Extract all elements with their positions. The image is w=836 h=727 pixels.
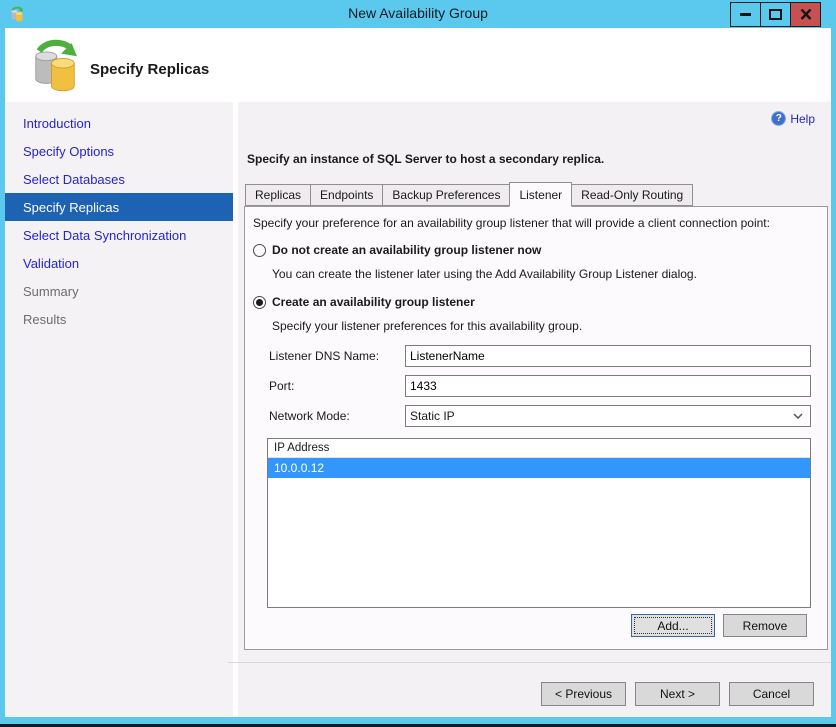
help-label: Help xyxy=(790,111,815,126)
listener-tab-panel: Specify your preference for an availabil… xyxy=(244,206,828,650)
port-label: Port: xyxy=(269,379,295,393)
ip-address-list[interactable]: IP Address 10.0.0.12 xyxy=(267,438,811,608)
footer-divider xyxy=(228,662,831,663)
wizard-content: Help Specify an instance of SQL Server t… xyxy=(228,102,831,717)
replicas-database-icon xyxy=(27,37,83,93)
remove-button[interactable]: Remove xyxy=(723,614,807,637)
tab-read-only-routing[interactable]: Read-Only Routing xyxy=(571,184,694,206)
window-controls xyxy=(730,2,821,27)
network-mode-value: Static IP xyxy=(410,409,455,423)
ip-address-column-header[interactable]: IP Address xyxy=(268,439,810,458)
help-icon xyxy=(771,111,787,126)
ip-list-buttons: Add... Remove xyxy=(631,614,807,637)
network-mode-select[interactable]: Static IP xyxy=(405,405,811,427)
create-listener-description: Specify your listener preferences for th… xyxy=(272,319,583,333)
sidebar-item-introduction[interactable]: Introduction xyxy=(5,109,233,137)
sidebar-item-validation[interactable]: Validation xyxy=(5,249,233,277)
cancel-button[interactable]: Cancel xyxy=(729,682,814,706)
next-button[interactable]: Next > xyxy=(635,682,720,706)
tab-backup-preferences[interactable]: Backup Preferences xyxy=(382,184,511,206)
help-link[interactable]: Help xyxy=(771,111,815,126)
minimize-icon xyxy=(740,13,751,16)
maximize-button[interactable] xyxy=(760,2,791,27)
create-listener-label[interactable]: Create an availability group listener xyxy=(272,295,475,309)
previous-button[interactable]: < Previous xyxy=(541,682,626,706)
page-title: Specify Replicas xyxy=(90,61,210,78)
no-listener-description: You can create the listener later using … xyxy=(272,267,697,281)
minimize-button[interactable] xyxy=(730,2,761,27)
sidebar-item-specify-options[interactable]: Specify Options xyxy=(5,137,233,165)
wizard-header: Specify Replicas xyxy=(5,28,831,102)
tab-strip: Replicas Endpoints Backup Preferences Li… xyxy=(245,182,694,207)
tab-listener[interactable]: Listener xyxy=(509,182,573,207)
instruction-text: Specify an instance of SQL Server to hos… xyxy=(247,152,605,166)
new-availability-group-window: New Availability Group Specify Replicas … xyxy=(0,0,836,727)
window-title: New Availability Group xyxy=(348,5,488,21)
footer-buttons: < Previous Next > Cancel xyxy=(541,682,814,706)
listener-dns-name-label: Listener DNS Name: xyxy=(269,349,380,363)
sidebar-item-summary: Summary xyxy=(23,283,79,299)
tab-replicas[interactable]: Replicas xyxy=(245,184,312,206)
sidebar-item-select-databases[interactable]: Select Databases xyxy=(5,165,233,193)
sidebar-item-specify-replicas[interactable]: Specify Replicas xyxy=(5,193,233,221)
add-button[interactable]: Add... xyxy=(631,614,715,637)
wizard-steps-sidebar: Introduction Specify Options Select Data… xyxy=(5,102,233,717)
ip-address-row[interactable]: 10.0.0.12 xyxy=(268,458,810,478)
close-icon xyxy=(800,9,811,20)
radio-create-listener[interactable] xyxy=(253,296,266,309)
chevron-down-icon xyxy=(793,413,803,419)
network-mode-label: Network Mode: xyxy=(269,409,350,423)
listener-dns-name-input[interactable] xyxy=(405,345,811,367)
sidebar-item-results: Results xyxy=(23,311,67,327)
radio-no-listener[interactable] xyxy=(253,244,266,257)
titlebar[interactable]: New Availability Group xyxy=(0,0,836,28)
close-button[interactable] xyxy=(790,2,821,27)
maximize-icon xyxy=(769,9,782,20)
tab-endpoints[interactable]: Endpoints xyxy=(310,184,384,206)
listener-intro-text: Specify your preference for an availabil… xyxy=(253,216,770,230)
sidebar-item-select-data-synchronization[interactable]: Select Data Synchronization xyxy=(5,221,233,249)
no-listener-label[interactable]: Do not create an availability group list… xyxy=(272,243,541,257)
port-input[interactable] xyxy=(405,375,811,397)
